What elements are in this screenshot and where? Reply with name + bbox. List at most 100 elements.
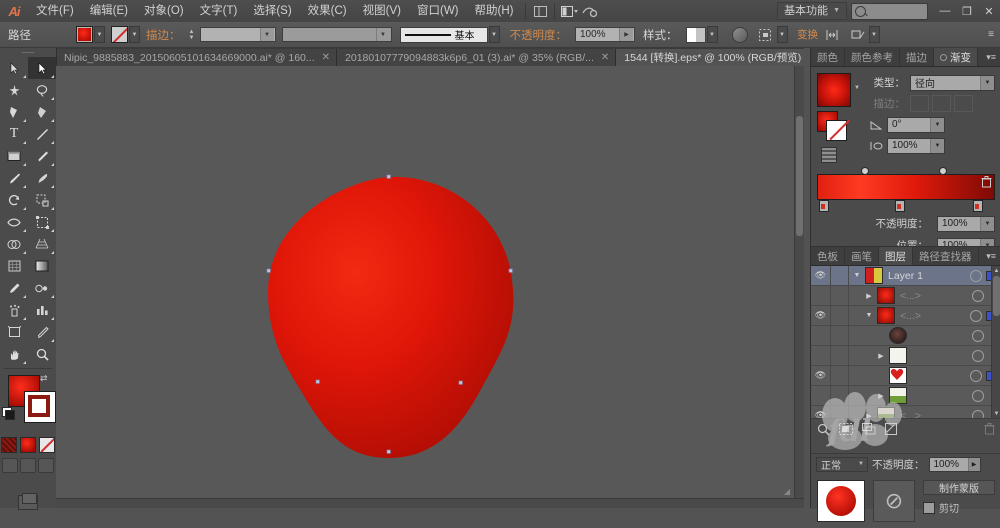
panel-menu-icon[interactable]: ≡ [988, 29, 994, 40]
menu-effect[interactable]: 效果(C) [300, 0, 355, 22]
perspective-grid-tool[interactable] [28, 233, 56, 255]
eye-icon[interactable]: 👁 [811, 266, 831, 285]
gradient-midpoint-2[interactable] [939, 167, 947, 175]
document-tab-2[interactable]: 20180107779094883k6p6_01 (3).ai* @ 35% (… [337, 49, 617, 66]
table-row[interactable]: 👁 ▼ <...> [811, 306, 1000, 326]
brush-dropdown[interactable]: ▼ [488, 26, 500, 43]
search-input[interactable] [851, 2, 928, 20]
tab-color-guide[interactable]: 颜色参考 [845, 48, 900, 66]
menu-select[interactable]: 选择(S) [245, 0, 299, 22]
chevron-down-icon[interactable]: ▶ [967, 457, 980, 471]
gradient-stroke-box[interactable] [826, 120, 847, 141]
tab-stroke[interactable]: 描边 [900, 48, 934, 66]
graphic-style-dropdown[interactable]: ▼ [706, 26, 718, 43]
magic-wand-tool[interactable] [0, 79, 28, 101]
table-row[interactable]: ▶ [811, 386, 1000, 406]
close-icon[interactable]: ✕ [601, 52, 609, 63]
table-row[interactable]: 👁 ▶ <...> [811, 406, 1000, 418]
hand-tool[interactable] [0, 343, 28, 365]
restore-button[interactable]: ❐ [956, 1, 978, 21]
target-icon[interactable] [972, 389, 984, 402]
panel-menu-icon[interactable]: ▾≡ [981, 48, 1000, 66]
paintbrush-tool[interactable] [28, 145, 56, 167]
delete-layer-icon[interactable] [984, 423, 995, 435]
eye-icon[interactable]: 👁 [811, 406, 831, 418]
swap-fill-stroke-icon[interactable]: ⇄ [40, 373, 51, 384]
tab-gradient[interactable]: 渐变 [934, 48, 978, 66]
gradient-fill-stroke-toggle[interactable] [817, 111, 847, 141]
draw-mode-dropdown[interactable]: ▼ [868, 26, 880, 43]
chevron-down-icon[interactable]: ▼ [930, 117, 944, 132]
slice-tool[interactable] [28, 321, 56, 343]
target-icon[interactable] [972, 289, 984, 302]
appearance-preview[interactable] [817, 480, 865, 522]
brush-definition-select[interactable]: 基本 [399, 26, 488, 43]
stroke-swatch-dropdown[interactable]: ▼ [129, 26, 140, 43]
chevron-down-icon[interactable]: ▼ [980, 75, 994, 90]
scrollbar-thumb[interactable] [993, 276, 1000, 316]
table-row[interactable]: ▶ [811, 346, 1000, 366]
close-icon[interactable]: ✕ [322, 52, 330, 63]
canvas-resize-handle[interactable]: ◢ [784, 487, 790, 496]
make-clipping-mask-icon[interactable] [839, 423, 853, 435]
gradient-mode-button[interactable] [1, 437, 17, 453]
chevron-down-icon[interactable]: ▼ [849, 272, 865, 279]
layer-name[interactable]: Layer 1 [888, 270, 970, 282]
chevron-down-icon[interactable]: ▼ [861, 312, 877, 319]
menu-help[interactable]: 帮助(H) [467, 0, 522, 22]
rectangle-tool[interactable] [0, 145, 28, 167]
menu-file[interactable]: 文件(F) [28, 0, 82, 22]
mesh-tool[interactable] [0, 255, 28, 277]
no-stroke-swatch[interactable]: ⊘ [873, 480, 915, 522]
line-segment-tool[interactable] [28, 123, 56, 145]
tab-color[interactable]: 颜色 [811, 48, 845, 66]
gradient-opacity-input[interactable]: 100% ▼ [937, 215, 995, 232]
appearance-opacity-input[interactable]: 100% ▶ [928, 456, 981, 472]
eye-icon[interactable] [811, 326, 831, 345]
column-graph-tool[interactable] [28, 299, 56, 321]
table-row[interactable] [811, 326, 1000, 346]
transform-link[interactable]: 变换 [794, 26, 822, 44]
layer-name[interactable]: <...> [900, 290, 972, 302]
pear-shape[interactable] [268, 176, 514, 458]
stroke-profile-select[interactable]: ▼ [281, 27, 392, 42]
trash-icon[interactable] [981, 176, 993, 190]
menu-object[interactable]: 对象(O) [136, 0, 192, 22]
menu-window[interactable]: 窗口(W) [409, 0, 467, 22]
rotate-tool[interactable] [0, 189, 28, 211]
table-row[interactable]: 👁 [811, 366, 1000, 386]
screen-mode-icon[interactable] [559, 2, 579, 20]
free-transform-tool[interactable] [28, 211, 56, 233]
add-anchor-point-tool[interactable] [28, 101, 56, 123]
menu-type[interactable]: 文字(T) [192, 0, 246, 22]
tab-swatches[interactable]: 色板 [811, 247, 845, 265]
scale-tool[interactable] [28, 189, 56, 211]
eye-icon[interactable]: 👁 [811, 306, 831, 325]
tab-pathfinder[interactable]: 路径查找器 [913, 247, 979, 265]
draw-normal-button[interactable] [2, 458, 18, 473]
target-icon[interactable] [972, 329, 984, 342]
document-tab-1[interactable]: Nipic_9885883_20150605101634669000.ai* @… [56, 49, 338, 66]
target-icon[interactable] [970, 269, 982, 282]
minimize-button[interactable]: — [934, 1, 956, 21]
eye-icon[interactable] [811, 346, 831, 365]
eyedropper-tool[interactable] [0, 277, 28, 299]
bridge-icon[interactable] [579, 2, 599, 20]
zoom-tool[interactable] [28, 343, 56, 365]
tools-panel-grip[interactable] [0, 48, 56, 57]
gradient-stop-1[interactable] [895, 200, 905, 212]
stroke-along-button[interactable] [932, 95, 951, 112]
table-row[interactable]: ▶ <...> [811, 286, 1000, 306]
scroll-up-icon[interactable]: ▲ [992, 266, 1000, 275]
graphic-style-swatch[interactable] [685, 26, 706, 43]
draw-mode-icon[interactable] [848, 26, 868, 44]
lasso-tool[interactable] [28, 79, 56, 101]
chevron-down-icon[interactable]: ▼ [259, 28, 274, 41]
artboard-tool[interactable] [0, 321, 28, 343]
artboard-canvas[interactable]: ◢ [56, 66, 804, 508]
tab-layers[interactable]: 图层 [879, 247, 913, 265]
chevron-down-icon[interactable]: ▼ [375, 28, 390, 41]
menu-edit[interactable]: 编辑(E) [82, 0, 136, 22]
chevron-down-icon[interactable]: ▼ [980, 216, 994, 231]
reverse-gradient-icon[interactable] [821, 147, 837, 163]
